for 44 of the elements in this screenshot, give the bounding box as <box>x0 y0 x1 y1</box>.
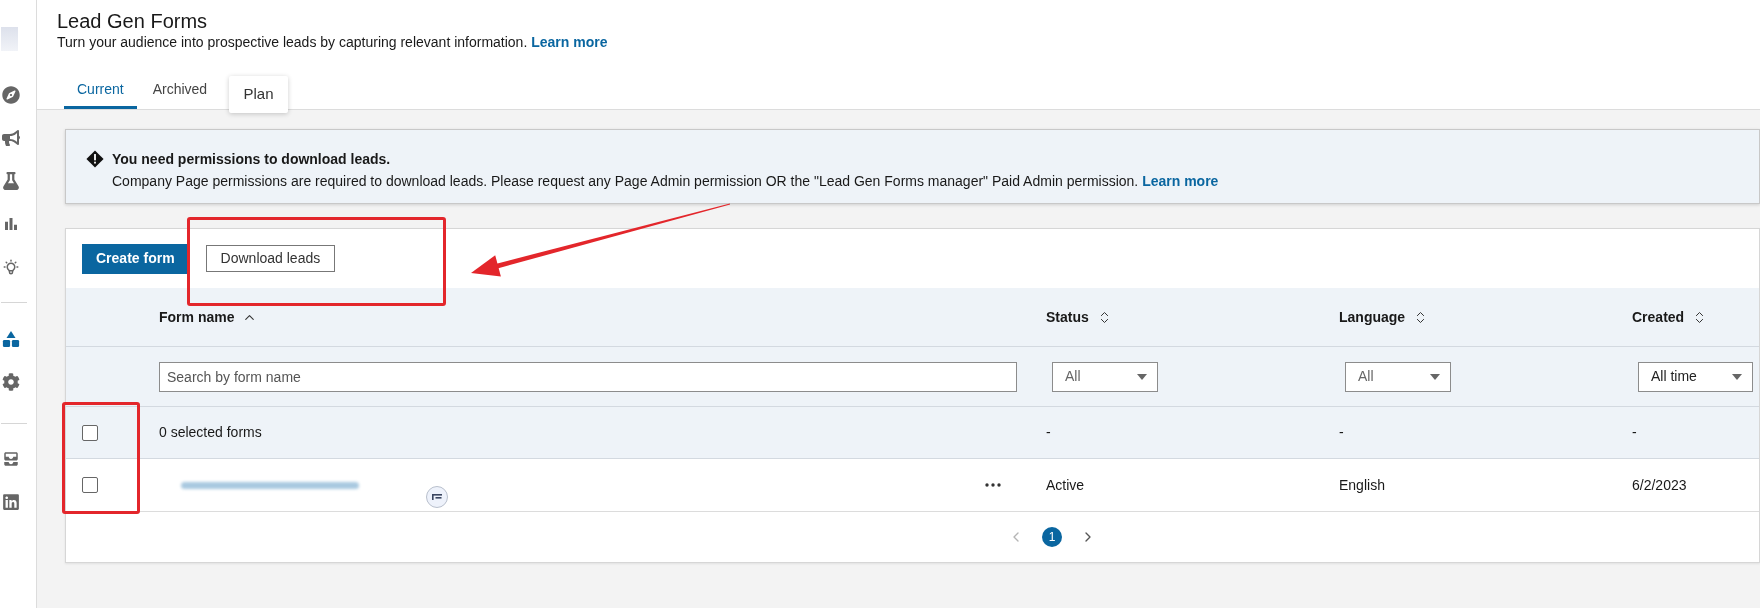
column-header[interactable]: Language <box>1339 306 1429 328</box>
warning-icon <box>86 150 104 168</box>
caret-down-icon <box>1430 373 1440 380</box>
table-cell-text: Active <box>1046 475 1085 495</box>
column-header[interactable]: Status <box>1046 306 1112 328</box>
table-cell-text: - <box>1046 423 1051 442</box>
table-cell-text: - <box>1632 423 1637 442</box>
create-form-button[interactable]: Create form <box>82 243 189 274</box>
caret-down-icon <box>1732 373 1742 380</box>
page-title: Lead Gen Forms <box>57 9 209 33</box>
alert-message: Company Page permissions are required to download leads. Please request any Page Admin permission OR the "Lead Gen Forms manager" Paid Admin permission. Learn more <box>112 172 1219 191</box>
more-options-button[interactable] <box>985 483 1001 487</box>
learn-more-link[interactable]: Learn more <box>1142 173 1219 189</box>
settings-icon <box>2 372 20 391</box>
inbox-icon <box>2 449 20 468</box>
filter-dropdown[interactable]: All <box>1345 361 1451 392</box>
alert-title: You need permissions to download leads. <box>112 150 392 169</box>
compass-icon <box>2 85 20 104</box>
checkbox[interactable] <box>82 424 98 441</box>
column-header[interactable]: Form name <box>159 306 258 328</box>
megaphone-icon <box>2 128 20 147</box>
ellipsis-icon <box>985 483 1001 487</box>
selected-count: 0 selected forms <box>159 423 262 442</box>
search-field[interactable]: Search by form name <box>159 361 1017 392</box>
caret-down-icon <box>1137 373 1147 380</box>
column-header[interactable]: Created <box>1632 306 1708 328</box>
table-cell-text: - <box>1339 423 1344 442</box>
shapes-icon <box>2 329 20 348</box>
logo-placeholder <box>1 27 18 51</box>
tab[interactable]: Current <box>64 70 137 109</box>
checkbox[interactable] <box>82 477 98 493</box>
download-leads-button[interactable]: Download leads <box>205 245 336 272</box>
table-cell-text: English <box>1339 475 1385 495</box>
tab[interactable]: Archived <box>139 70 221 109</box>
filter-dropdown[interactable]: All <box>1052 361 1158 392</box>
lightbulb-icon <box>2 257 20 276</box>
tooltip: Plan <box>229 76 288 113</box>
flask-icon <box>2 171 20 190</box>
learn-more-link[interactable]: Learn more <box>531 34 608 50</box>
page-description: Turn your audience into prospective leads by capturing relevant information. Learn more <box>57 33 609 51</box>
filter-dropdown[interactable]: All time <box>1638 361 1753 392</box>
page-number-button[interactable]: 1 <box>1042 527 1062 547</box>
circle-glyph-icon <box>426 486 448 508</box>
table-cell-text: 6/2/2023 <box>1632 475 1687 495</box>
